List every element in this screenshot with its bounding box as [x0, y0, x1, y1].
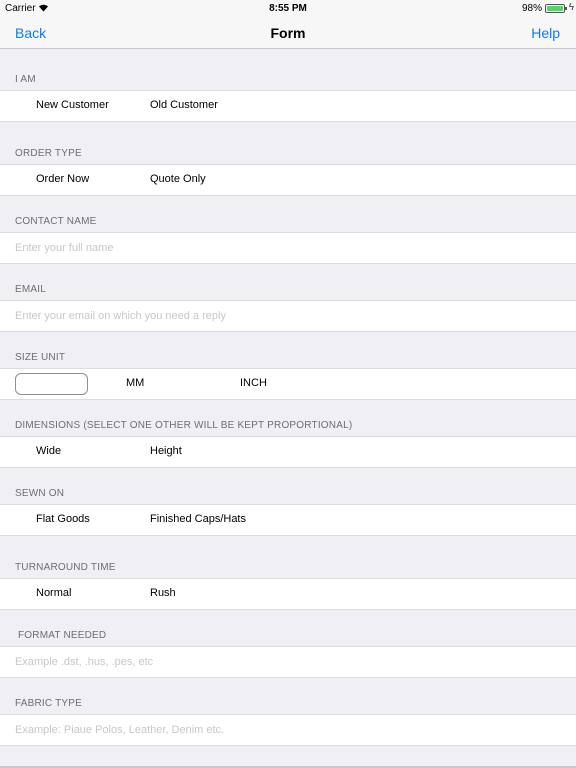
option-new-customer[interactable]: New Customer [36, 99, 109, 111]
section-header-format-needed: FORMAT NEEDED [18, 630, 107, 641]
format-needed-input[interactable] [15, 647, 565, 677]
section-header-order-type: ORDER TYPE [15, 148, 82, 159]
section-header-sewn-on: SEWN ON [15, 488, 65, 499]
contact-name-row [0, 232, 576, 264]
option-old-customer[interactable]: Old Customer [150, 99, 218, 111]
status-time: 8:55 PM [269, 3, 307, 14]
contact-name-input[interactable] [15, 233, 565, 263]
battery-percent: 98% [521, 3, 542, 14]
option-rush[interactable]: Rush [150, 587, 176, 599]
option-inch[interactable]: INCH [240, 377, 267, 389]
charging-icon: ϟ [568, 2, 574, 13]
fabric-type-input[interactable] [15, 715, 565, 745]
option-order-now[interactable]: Order Now [36, 173, 89, 185]
sewn-on-row: Flat Goods Finished Caps/Hats [0, 504, 576, 536]
fabric-type-row [0, 714, 576, 746]
section-header-contact-name: CONTACT NAME [15, 216, 97, 227]
i-am-row: New Customer Old Customer [0, 90, 576, 122]
section-header-turnaround-time: TURNAROUND TIME [15, 562, 116, 573]
navigation-bar: Back Form Help [0, 17, 576, 49]
battery-tip [565, 7, 567, 10]
dimensions-row: Wide Height [0, 436, 576, 468]
option-mm[interactable]: MM [126, 377, 144, 389]
turnaround-time-row: Normal Rush [0, 578, 576, 610]
section-header-dimensions: DIMENSIONS (SELECT ONE OTHER WILL BE KEP… [15, 420, 353, 431]
format-needed-row [0, 646, 576, 678]
size-unit-row: MM INCH [0, 368, 576, 400]
help-button[interactable]: Help [531, 25, 560, 41]
option-wide[interactable]: Wide [36, 445, 61, 457]
option-height[interactable]: Height [150, 445, 182, 457]
option-flat-goods[interactable]: Flat Goods [36, 513, 90, 525]
option-normal[interactable]: Normal [36, 587, 71, 599]
status-bar: Carrier 8:55 PM 98% ϟ [0, 0, 576, 17]
section-header-i-am: I AM [15, 74, 36, 85]
section-header-fabric-type: FABRIC TYPE [15, 698, 83, 709]
battery-level-fill [547, 6, 563, 11]
option-quote-only[interactable]: Quote Only [150, 173, 206, 185]
section-header-size-unit: SIZE UNIT [15, 352, 66, 363]
section-header-email: EMAIL [15, 284, 47, 295]
order-type-row: Order Now Quote Only [0, 164, 576, 196]
battery-icon [545, 4, 565, 13]
email-input[interactable] [15, 301, 565, 331]
email-row [0, 300, 576, 332]
option-finished-caps-hats[interactable]: Finished Caps/Hats [150, 513, 246, 525]
size-value-box[interactable] [15, 373, 88, 395]
page-title: Form [270, 25, 306, 41]
